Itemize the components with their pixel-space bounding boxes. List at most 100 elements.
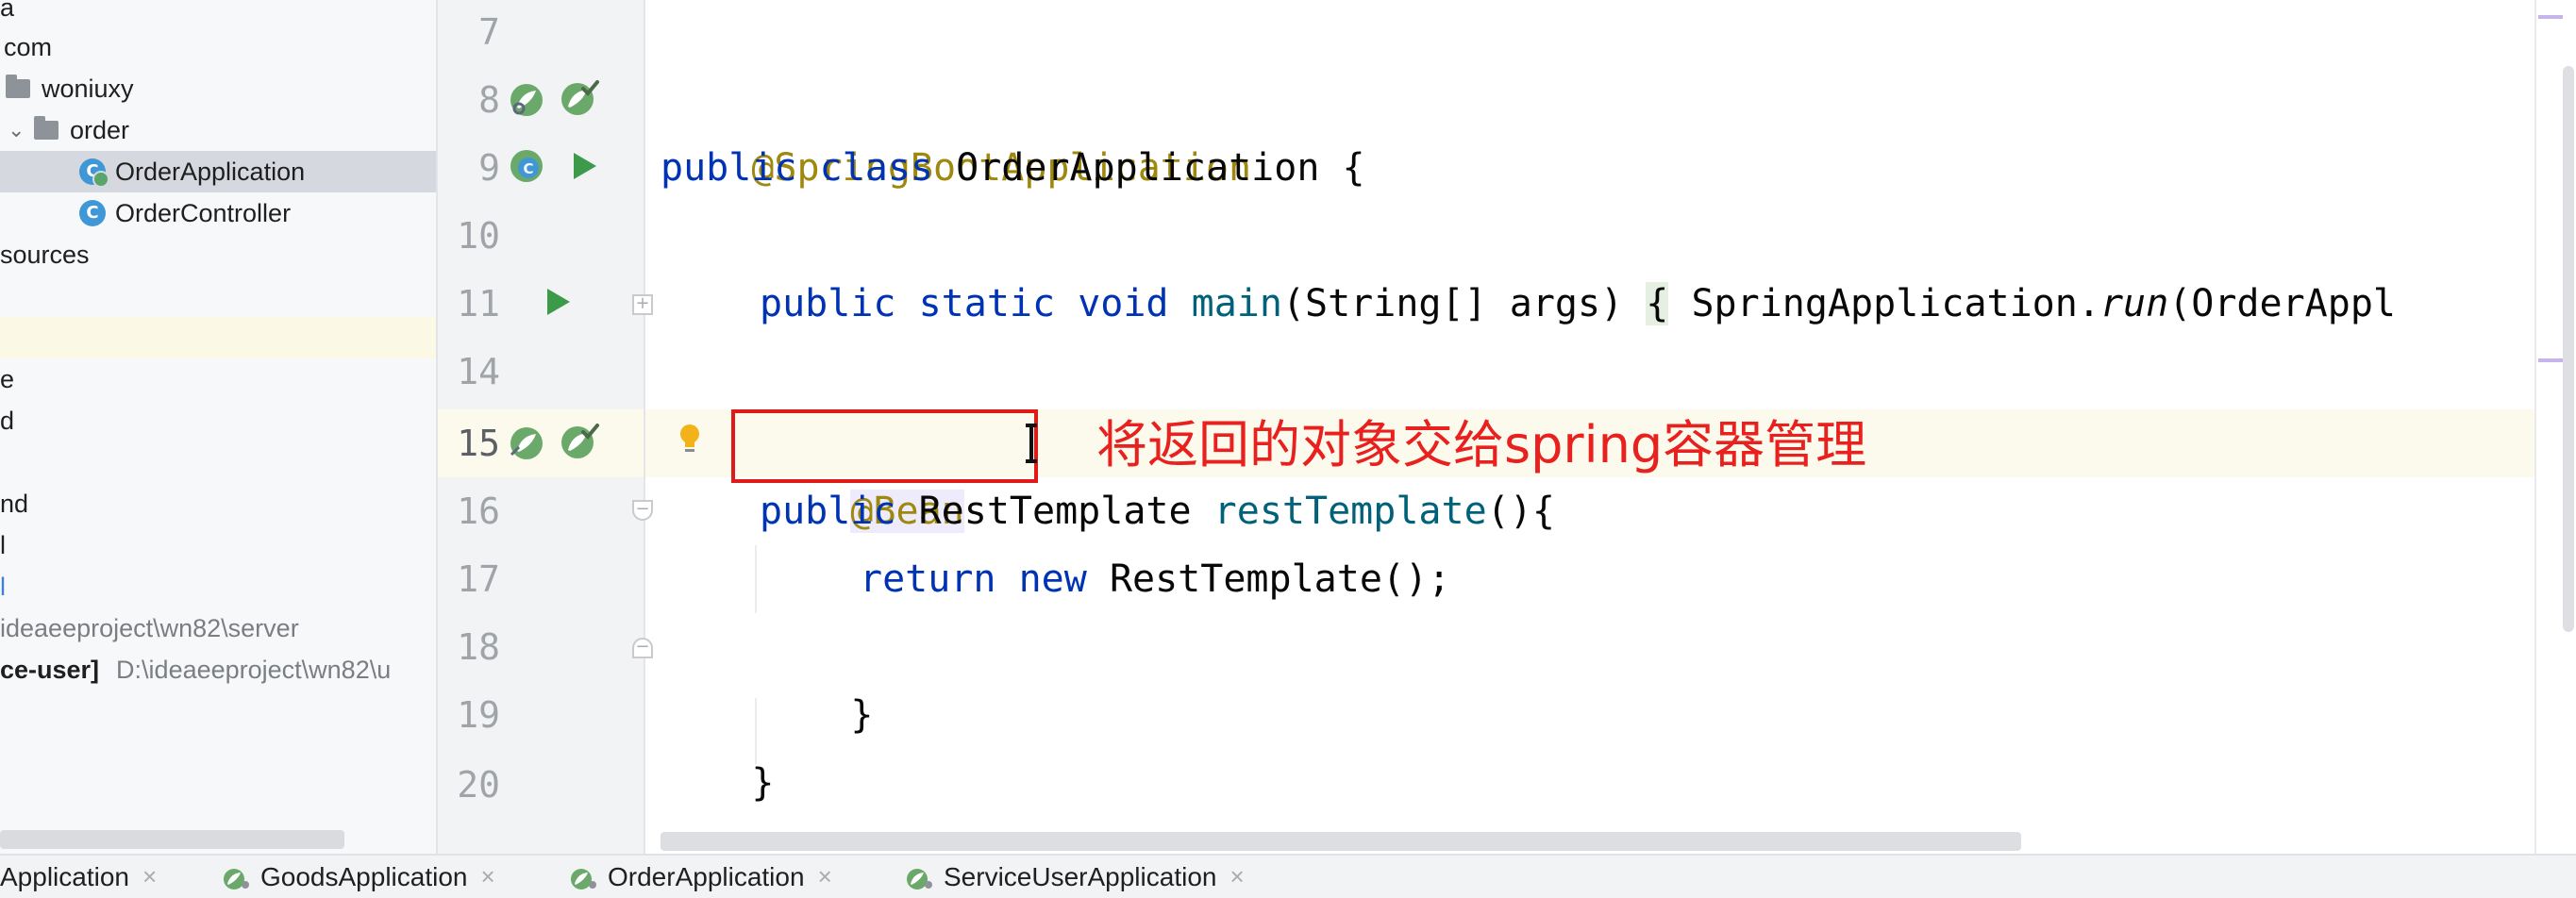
keyword-token: new [1018, 557, 1087, 601]
close-icon[interactable]: × [480, 862, 494, 891]
folder-icon [6, 75, 30, 98]
bulb-icon[interactable] [676, 421, 704, 458]
class-ref-token: SpringApplication. [1691, 282, 2100, 325]
spring-bean-icon[interactable] [506, 423, 547, 464]
editor-vertical-scrollbar[interactable] [2563, 66, 2574, 632]
line-number: 18 [457, 626, 500, 668]
text-cursor-icon [1026, 424, 1037, 463]
code-line-11[interactable]: public static void main(String[] args) {… [760, 270, 2396, 338]
spring-boot-icon[interactable] [559, 77, 600, 119]
code-line-17[interactable]: return new RestTemplate(); [860, 545, 1450, 613]
keyword-token: public [760, 490, 896, 533]
keyword-token: public [661, 146, 797, 190]
code-line-16[interactable]: public RestTemplate restTemplate(){ [760, 477, 1555, 545]
tree-item-path: D:\ideaeeproject\wn82\u [116, 655, 392, 684]
run-tabs-bar: Application × GoodsApplication × OrderAp… [0, 854, 2576, 898]
keyword-token: return [860, 557, 996, 601]
editor-horizontal-scrollbar[interactable] [661, 832, 2021, 851]
tree-item-label: ce-user] [0, 655, 100, 684]
tree-item-order-controller[interactable]: C OrderController [0, 192, 436, 234]
tree-item-path: ideaeeproject\wn82\server [0, 613, 299, 642]
tree-item-service-user-module[interactable]: ce-user] D:\ideaeeproject\wn82\u [0, 649, 436, 690]
keyword-token: class [819, 146, 934, 190]
fold-icon[interactable]: − [632, 638, 653, 658]
tree-item-partial[interactable]: l [0, 524, 436, 566]
svg-text:C: C [523, 160, 533, 177]
folder-icon [34, 116, 59, 140]
tree-item-label: order [70, 115, 130, 144]
run-tab-service-user-application[interactable]: ServiceUserApplication × [904, 856, 1245, 898]
tree-item-resources[interactable]: sources [0, 234, 436, 275]
code-line-8[interactable]: @SpringBootApplication [661, 66, 1251, 190]
tree-item-partial[interactable]: l [0, 566, 436, 607]
line-number: 19 [457, 694, 500, 736]
tree-item-server-module[interactable]: ideaeeproject\wn82\server [0, 607, 436, 649]
spring-boot-icon [907, 868, 932, 890]
keyword-token: static [918, 282, 1056, 325]
tree-item-label: OrderController [115, 198, 292, 227]
run-tab-goods-application[interactable]: GoodsApplication × [221, 856, 495, 898]
spring-boot-icon[interactable] [559, 421, 600, 462]
tree-item-partial-top[interactable]: a [0, 0, 436, 28]
spring-boot-icon [224, 868, 249, 890]
project-panel: a com woniuxy ⌄ order C OrderApplication… [0, 0, 436, 854]
tree-item-partial[interactable]: d [0, 400, 436, 441]
tree-item-label: woniuxy [42, 74, 134, 103]
brace-token: { [1342, 146, 1365, 190]
spring-boot-icon [571, 868, 596, 890]
tree-item-partial[interactable]: e [0, 358, 436, 400]
keyword-token: public [760, 282, 896, 325]
stripe-marker[interactable] [2538, 358, 2563, 362]
punct-token: (){ [1486, 490, 1555, 533]
close-icon[interactable]: × [142, 862, 157, 891]
fold-icon[interactable]: − [632, 500, 653, 521]
code-line-19[interactable]: } [661, 681, 774, 805]
tree-item-label: OrderApplication [115, 157, 306, 186]
params-token: (String[] args) [1281, 282, 1624, 325]
line-number: 15 [457, 423, 500, 464]
tree-item-partial[interactable]: nd [0, 483, 436, 524]
tree-item-label: e [0, 364, 15, 393]
code-line-18[interactable]: } [760, 613, 873, 737]
code-line-9[interactable]: public class OrderApplication { [661, 134, 1365, 202]
line-number: 11 [457, 283, 500, 324]
keyword-token: void [1078, 282, 1169, 325]
args-token: (OrderAppl [2168, 282, 2397, 325]
run-icon[interactable] [566, 149, 600, 183]
ide-window: a com woniuxy ⌄ order C OrderApplication… [0, 0, 2576, 898]
project-horizontal-scrollbar[interactable] [0, 830, 344, 849]
tree-item-label: l [0, 530, 6, 559]
spring-class-icon: C [79, 158, 109, 188]
tree-item-label: d [0, 406, 15, 435]
line-number: 8 [478, 79, 500, 121]
class-icon: C [79, 200, 106, 226]
tree-item-com[interactable]: com [0, 26, 436, 68]
method-token: main [1191, 282, 1282, 325]
run-tab-order-application[interactable]: OrderApplication × [568, 856, 832, 898]
run-tab-label: Application [0, 861, 129, 891]
highlight-rectangle [731, 409, 1038, 483]
close-icon[interactable]: × [1229, 862, 1244, 891]
chevron-down-icon[interactable]: ⌄ [8, 120, 25, 141]
run-tab-application[interactable]: Application × [0, 856, 157, 898]
line-number: 9 [478, 147, 500, 189]
tree-item-order[interactable]: ⌄ order [0, 109, 436, 151]
close-icon[interactable]: × [818, 862, 832, 891]
tree-item-order-application[interactable]: C OrderApplication [0, 151, 436, 192]
fold-icon[interactable]: + [632, 294, 653, 315]
tree-item-woniuxy[interactable]: woniuxy [0, 68, 436, 109]
line-number: 16 [457, 491, 500, 532]
line-number: 14 [457, 351, 500, 392]
stripe-marker[interactable] [2538, 15, 2563, 19]
run-tab-label: OrderApplication [608, 861, 805, 891]
folded-brace-token[interactable]: { [1646, 282, 1669, 325]
run-icon[interactable] [540, 285, 574, 319]
spring-class-icon[interactable]: C [506, 145, 547, 187]
type-token: RestTemplate [918, 490, 1192, 533]
spring-bean-icon[interactable] [506, 79, 547, 121]
line-number: 20 [457, 764, 500, 806]
brace-token: } [850, 693, 874, 737]
class-name-token: OrderApplication [956, 146, 1320, 190]
tree-item-label: l [0, 572, 6, 601]
tree-item-blank[interactable] [0, 317, 436, 358]
